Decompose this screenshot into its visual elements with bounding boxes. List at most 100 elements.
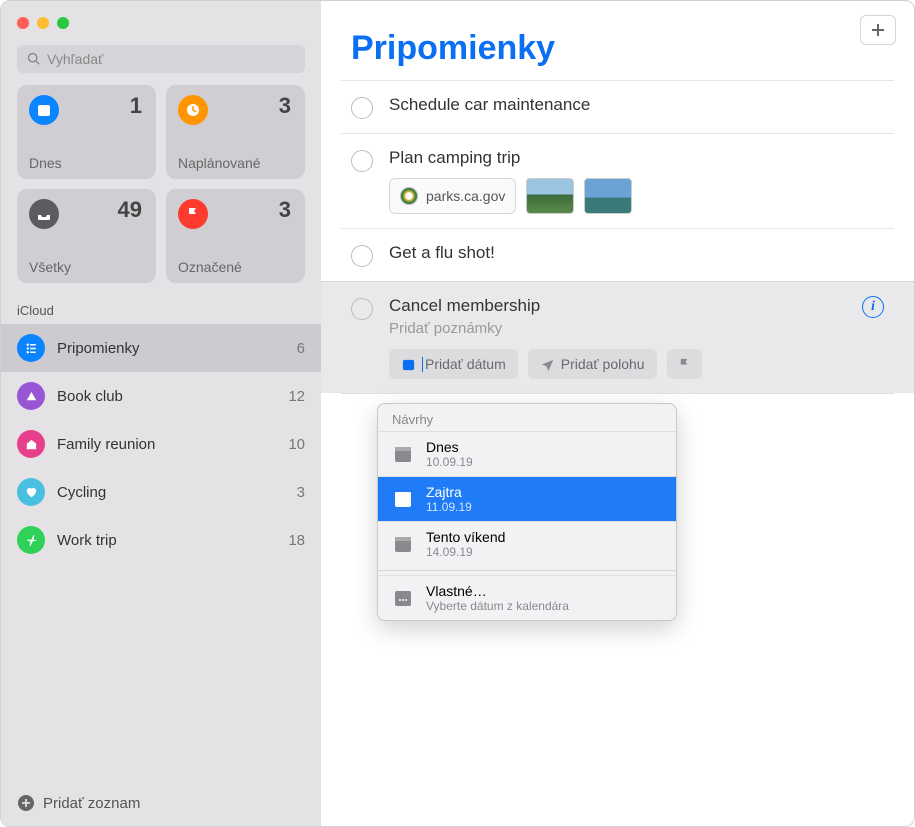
date-suggestions-popover: Návrhy Dnes 10.09.19 Zajtra 11.09.19 Ten… (377, 403, 677, 621)
url-text: parks.ca.gov (426, 188, 505, 204)
close-window-button[interactable] (17, 17, 29, 29)
add-location-label: Pridať polohu (561, 356, 645, 372)
sidebar-list-bookclub[interactable]: Book club 12 (1, 372, 321, 420)
plus-icon (870, 22, 886, 38)
calendar-icon (401, 357, 416, 372)
favicon-icon (400, 187, 418, 205)
suggestion-date: 10.09.19 (426, 455, 473, 469)
list-name: Cycling (57, 484, 297, 501)
app-window: Vyhľadať 1 Dnes 3 Naplánované (0, 0, 915, 827)
reminder-title: Plan camping trip (389, 148, 884, 168)
search-input[interactable]: Vyhľadať (17, 45, 305, 73)
calendar-ellipsis-icon (392, 587, 414, 609)
section-header-icloud: iCloud (1, 299, 321, 324)
suggestion-title: Tento víkend (426, 529, 505, 545)
list-name: Work trip (57, 532, 288, 549)
complete-checkbox[interactable] (351, 150, 373, 172)
suggestion-custom[interactable]: Vlastné… Vyberte dátum z kalendára (378, 575, 676, 620)
sidebar-list-worktrip[interactable]: Work trip 18 (1, 516, 321, 564)
smart-list-label: Všetky (29, 259, 144, 275)
smart-list-label: Označené (178, 259, 293, 275)
list-count: 6 (297, 340, 305, 357)
suggestion-title: Dnes (426, 439, 473, 455)
add-date-button[interactable]: Pridať dátum (389, 349, 518, 379)
image-attachment[interactable] (584, 178, 632, 214)
complete-checkbox[interactable] (351, 245, 373, 267)
flag-icon (178, 199, 208, 229)
reminder-title: Schedule car maintenance (389, 95, 884, 115)
sidebar-list-cycling[interactable]: Cycling 3 (1, 468, 321, 516)
reminder-item[interactable]: Schedule car maintenance (341, 80, 894, 133)
smart-list-label: Naplánované (178, 155, 293, 171)
tent-icon (17, 382, 45, 410)
suggestion-title: Zajtra (426, 484, 472, 500)
plane-icon (17, 526, 45, 554)
list-count: 18 (288, 532, 305, 549)
list-count: 3 (297, 484, 305, 501)
url-attachment[interactable]: parks.ca.gov (389, 178, 516, 214)
add-reminder-button[interactable] (860, 15, 896, 45)
smart-list-count: 49 (118, 197, 142, 223)
reminder-notes-placeholder[interactable]: Pridať poznámky (389, 320, 862, 337)
add-date-label: Pridať dátum (425, 356, 506, 372)
list-name: Pripomienky (57, 340, 297, 357)
add-flag-button[interactable] (667, 349, 702, 379)
fullscreen-window-button[interactable] (57, 17, 69, 29)
clock-icon (178, 95, 208, 125)
list-name: Book club (57, 388, 288, 405)
calendar-icon (392, 488, 414, 510)
sidebar: Vyhľadať 1 Dnes 3 Naplánované (1, 1, 321, 826)
add-list-button[interactable]: Pridať zoznam (1, 780, 321, 826)
smart-list-all[interactable]: 49 Všetky (17, 189, 156, 283)
complete-checkbox[interactable] (351, 298, 373, 320)
info-button[interactable]: i (862, 296, 884, 318)
smart-list-count: 3 (279, 197, 291, 223)
list-count: 12 (288, 388, 305, 405)
sidebar-list-family[interactable]: Family reunion 10 (1, 420, 321, 468)
suggestion-subtitle: Vyberte dátum z kalendára (426, 599, 569, 613)
smart-lists-grid: 1 Dnes 3 Naplánované 49 Všetky (1, 85, 321, 299)
flag-icon (677, 357, 692, 372)
smart-list-today[interactable]: 1 Dnes (17, 85, 156, 179)
smart-list-count: 3 (279, 93, 291, 119)
suggestion-today[interactable]: Dnes 10.09.19 (378, 431, 676, 476)
attachments-row: parks.ca.gov (389, 178, 884, 214)
list-count: 10 (288, 436, 305, 453)
list-name: Family reunion (57, 436, 288, 453)
window-controls (17, 17, 69, 29)
location-icon (540, 357, 555, 372)
minimize-window-button[interactable] (37, 17, 49, 29)
popover-header: Návrhy (378, 404, 676, 431)
reminder-item[interactable]: Get a flu shot! (341, 228, 894, 281)
reminder-title[interactable]: Cancel membership (389, 296, 862, 316)
calendar-icon (392, 533, 414, 555)
tray-icon (29, 199, 59, 229)
smart-list-label: Dnes (29, 155, 144, 171)
plus-circle-icon (17, 794, 35, 812)
suggestion-title: Vlastné… (426, 583, 569, 599)
complete-checkbox[interactable] (351, 97, 373, 119)
list-bullet-icon (17, 334, 45, 362)
calendar-today-icon (29, 95, 59, 125)
reminders-list: Schedule car maintenance Plan camping tr… (321, 80, 914, 393)
reminder-title: Get a flu shot! (389, 243, 884, 263)
divider (378, 570, 676, 571)
image-attachment[interactable] (526, 178, 574, 214)
reminder-item-editing[interactable]: Cancel membership Pridať poznámky Pridať… (321, 281, 914, 393)
list-title: Pripomienky (321, 1, 914, 80)
suggestion-date: 14.09.19 (426, 545, 505, 559)
add-location-button[interactable]: Pridať polohu (528, 349, 657, 379)
smart-list-scheduled[interactable]: 3 Naplánované (166, 85, 305, 179)
quick-actions-row: Pridať dátum Pridať polohu (389, 349, 862, 379)
smart-list-flagged[interactable]: 3 Označené (166, 189, 305, 283)
suggestion-tomorrow[interactable]: Zajtra 11.09.19 (378, 476, 676, 521)
search-icon (27, 52, 41, 66)
house-icon (17, 430, 45, 458)
suggestion-date: 11.09.19 (426, 500, 472, 514)
smart-list-count: 1 (130, 93, 142, 119)
reminder-item[interactable]: Plan camping trip parks.ca.gov (341, 133, 894, 228)
search-placeholder: Vyhľadať (47, 51, 103, 67)
sidebar-list-reminders[interactable]: Pripomienky 6 (1, 324, 321, 372)
calendar-icon (392, 443, 414, 465)
suggestion-weekend[interactable]: Tento víkend 14.09.19 (378, 521, 676, 566)
